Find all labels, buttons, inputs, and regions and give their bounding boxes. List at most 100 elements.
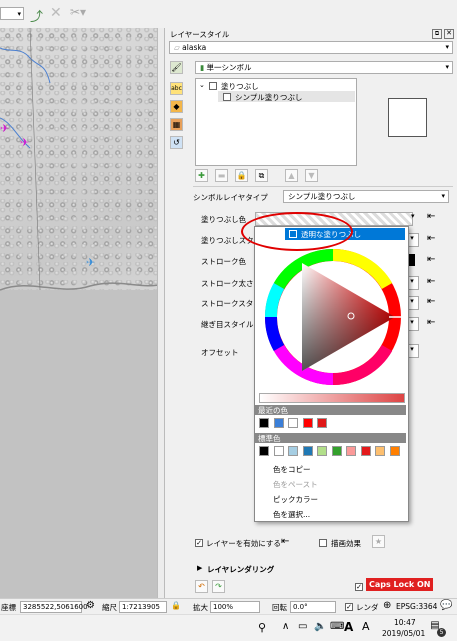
alpha-slider[interactable] (259, 393, 405, 403)
standard-color-swatch[interactable] (389, 446, 400, 456)
pick-color-item[interactable]: ピックカラー (273, 494, 318, 505)
ime-mode-icon[interactable]: A (362, 620, 370, 633)
annotation-ellipse (241, 212, 353, 251)
lock-scale-icon[interactable]: 🔒 (171, 601, 181, 610)
scale-label: 縮尺 (102, 603, 117, 612)
data-defined-override-icon[interactable]: ⇤ (427, 276, 435, 287)
symbol-layer-type-value: シンプル塗りつぶし (288, 192, 356, 201)
live-update-checkbox[interactable]: ✓ (355, 583, 363, 591)
recent-color-swatch[interactable] (302, 418, 313, 428)
scale-field[interactable]: 1:7213905 (119, 601, 167, 613)
coord-label: 座標 (1, 603, 16, 612)
labels-tab-icon[interactable]: abc (170, 82, 183, 95)
move-up-icon[interactable]: ▲ (285, 169, 298, 182)
clock-date[interactable]: 2019/05/01 (382, 629, 425, 638)
enable-layer-label: レイヤーを有効にする (206, 539, 281, 548)
copy-color-item[interactable]: 色をコピー (273, 464, 311, 475)
masks-tab-icon[interactable]: ▦ (170, 118, 183, 131)
3d-view-tab-icon[interactable]: ◆ (170, 100, 183, 113)
layer-rendering-header[interactable]: レイヤレンダリング (207, 564, 274, 575)
undo-icon[interactable]: ↶ (195, 580, 208, 593)
tree-expand-icon[interactable]: ⌄ (199, 81, 205, 89)
adobe-icon[interactable]: A (344, 620, 353, 634)
divider (193, 186, 453, 187)
recent-colors-row (259, 418, 405, 430)
renderer-combo[interactable]: ▮ 単一シンボル (195, 61, 453, 74)
history-tab-icon[interactable]: ↺ (170, 136, 183, 149)
draw-effects-checkbox[interactable] (319, 539, 327, 547)
standard-color-swatch[interactable] (360, 446, 371, 456)
move-down-icon[interactable]: ▼ (305, 169, 318, 182)
remove-layer-icon[interactable]: ▬ (215, 169, 228, 182)
airport-icon: ✈ (0, 122, 10, 135)
data-defined-override-icon[interactable]: ⇤ (427, 233, 435, 244)
symbol-preview (388, 98, 427, 137)
digitize-vertex-icon[interactable]: ⤴ (30, 6, 43, 25)
notification-count: 5 (439, 629, 444, 636)
magnifier-label: 拡大 (193, 603, 208, 612)
redo-icon[interactable]: ↷ (212, 580, 225, 593)
data-defined-override-icon[interactable]: ⇤ (281, 536, 289, 547)
standard-color-swatch[interactable] (302, 446, 313, 456)
layer-combo[interactable]: ▱ alaska (169, 41, 453, 54)
windows-taskbar: ⚲ ∧ ▭ 🔈 ⌨ A A 10:47 2019/05/01 ▤ 5 (0, 614, 457, 641)
standard-color-swatch[interactable] (346, 446, 356, 456)
tree-item-simple-fill[interactable]: シンプル塗りつぶし (235, 92, 302, 103)
lock-layer-icon[interactable]: 🔒 (235, 169, 248, 182)
standard-color-swatch[interactable] (288, 446, 298, 456)
network-icon[interactable]: ▭ (298, 621, 307, 632)
standard-color-swatch[interactable] (273, 446, 284, 456)
volume-icon[interactable]: 🔈 (314, 621, 326, 632)
render-checkbox[interactable]: ✓ (345, 603, 353, 611)
map-toolbar: ▾ ⤴ ✕ ✂▾ (0, 0, 164, 29)
recent-color-swatch[interactable] (288, 418, 298, 428)
enable-layer-checkbox[interactable]: ✓ (195, 539, 203, 547)
customize-effects-icon[interactable]: ★ (372, 535, 385, 548)
messages-icon[interactable]: 💬 (440, 600, 452, 611)
dock-close-icon[interactable]: ✕ (444, 29, 454, 39)
dock-float-icon[interactable]: ⧉ (432, 29, 442, 39)
magnifier-field[interactable]: 100% (210, 601, 260, 613)
split-features-icon[interactable]: ✂▾ (70, 5, 86, 19)
recent-color-swatch[interactable] (259, 418, 269, 428)
notification-count-badge: 5 (437, 628, 446, 637)
symbol-tree: ⌄ 塗りつぶし シンプル塗りつぶし (195, 78, 357, 166)
standard-color-swatch[interactable] (259, 446, 269, 456)
add-layer-icon[interactable]: ✚ (195, 169, 208, 182)
duplicate-layer-icon[interactable]: ⧉ (255, 169, 268, 182)
collapse-arrow-icon[interactable]: ▶ (197, 564, 202, 572)
fill-color-dropdown-icon[interactable]: ▾ (411, 212, 415, 220)
standard-color-swatch[interactable] (375, 446, 385, 456)
recent-colors-label: 最近の色 (255, 405, 406, 415)
data-defined-override-icon[interactable]: ⇤ (427, 296, 435, 307)
clock-time[interactable]: 10:47 (394, 618, 416, 627)
crs-globe-icon[interactable]: ⊕ (383, 600, 391, 611)
choose-color-item[interactable]: 色を選択... (273, 509, 310, 520)
fill-color-label: 塗りつぶし色 (201, 215, 247, 224)
crs-label[interactable]: EPSG:3364 (396, 602, 437, 611)
paste-color-item[interactable]: 色をペースト (273, 479, 318, 490)
delete-selected-icon[interactable]: ✕ (50, 5, 62, 21)
renderer-name: 単一シンボル (206, 63, 252, 72)
tray-overflow-icon[interactable]: ∧ (282, 621, 289, 632)
standard-colors-row (259, 446, 405, 458)
symbol-layer-type-combo[interactable]: シンプル塗りつぶし (283, 190, 449, 203)
data-defined-override-icon[interactable]: ⇤ (427, 317, 435, 328)
airport-icon: ✈ (86, 256, 96, 269)
data-defined-override-icon[interactable]: ⇤ (427, 211, 435, 222)
standard-color-swatch[interactable] (331, 446, 342, 456)
data-defined-override-icon[interactable]: ⇤ (427, 254, 435, 265)
recent-color-swatch[interactable] (317, 418, 327, 428)
people-icon[interactable]: ⚲ (258, 621, 266, 634)
symbology-tab-icon[interactable]: 🖌 (170, 61, 183, 74)
toggle-extents-icon[interactable]: ⚙ (86, 600, 95, 611)
recent-color-swatch[interactable] (273, 418, 284, 428)
toolbar-dropdown[interactable]: ▾ (0, 7, 24, 20)
color-wheel[interactable] (259, 243, 407, 391)
map-canvas[interactable]: ✈ ✈ ✈ (0, 28, 164, 598)
rotation-field[interactable]: 0.0° (290, 601, 336, 613)
standard-color-swatch[interactable] (317, 446, 327, 456)
coord-field[interactable]: 3285522,5061600 (20, 601, 88, 613)
single-symbol-icon: ▮ (200, 63, 205, 72)
ime-icon[interactable]: ⌨ (330, 621, 344, 632)
